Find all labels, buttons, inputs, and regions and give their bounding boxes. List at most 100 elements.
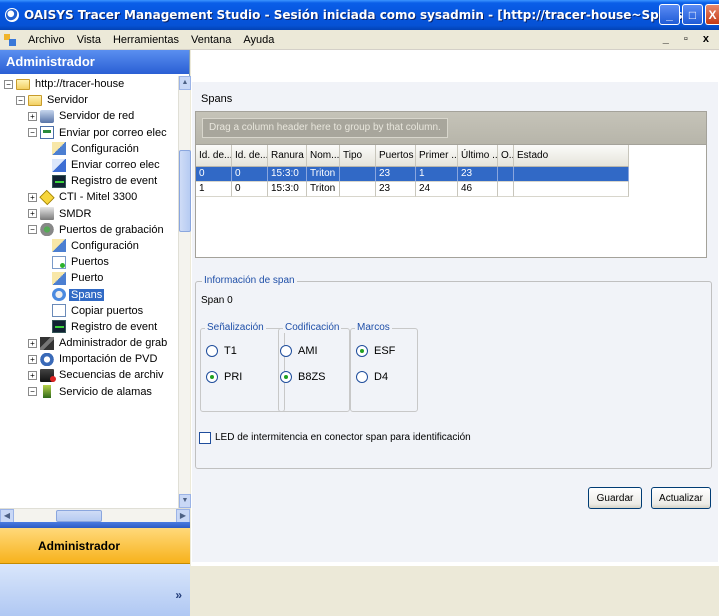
table-cell[interactable]: 23 (458, 167, 498, 182)
tree-item[interactable]: − Servidor (4, 92, 178, 108)
tree-item[interactable]: Configuración (4, 238, 178, 254)
tree-item[interactable]: − Servicio de alamas (4, 384, 178, 400)
table-cell[interactable] (514, 167, 629, 182)
expand-icon[interactable]: + (28, 111, 37, 121)
mdi-document-icon[interactable] (4, 33, 16, 46)
save-button[interactable]: Guardar (588, 487, 642, 509)
expand-icon[interactable]: + (28, 338, 37, 348)
table-row[interactable]: 0 0 15:3:0 Triton 23 1 23 (196, 167, 706, 182)
tree-item[interactable]: − Enviar por correo elec (4, 125, 178, 141)
close-button[interactable]: X (705, 4, 719, 25)
tree-item[interactable]: Puerto (4, 270, 178, 286)
tree-horizontal-scrollbar[interactable]: ◀ ▶ (0, 508, 190, 523)
radio-b8zs-label: B8ZS (298, 371, 326, 383)
table-row[interactable]: 1 0 15:3:0 Triton 23 24 46 (196, 182, 706, 197)
table-cell[interactable]: 0 (232, 167, 268, 182)
collapse-icon[interactable]: − (28, 387, 37, 397)
radio-pri[interactable]: PRI (206, 371, 242, 383)
radio-esf[interactable]: ESF (356, 345, 395, 357)
table-cell[interactable]: 15:3:0 (268, 182, 307, 197)
column-header[interactable]: Primer ... (416, 145, 458, 167)
chevron-expand-icon[interactable]: » (175, 588, 182, 602)
column-header[interactable]: Último ... (458, 145, 498, 167)
tree-item[interactable]: + Secuencias de archiv (4, 367, 178, 383)
table-cell[interactable] (514, 182, 629, 197)
expand-icon[interactable]: + (28, 209, 37, 219)
led-checkbox[interactable] (199, 432, 211, 444)
table-cell[interactable]: 23 (376, 167, 416, 182)
tree-item[interactable]: + Importación de PVD (4, 351, 178, 367)
tree-vertical-scrollbar[interactable]: ▲ ▼ (178, 76, 191, 508)
group-by-panel[interactable]: Drag a column header here to group by th… (195, 111, 707, 145)
table-cell[interactable]: Triton (307, 167, 340, 182)
tree-item[interactable]: − http://tracer-house (4, 76, 178, 92)
tree-item[interactable]: Puertos (4, 254, 178, 270)
table-cell[interactable]: 46 (458, 182, 498, 197)
table-cell[interactable]: 15:3:0 (268, 167, 307, 182)
minimize-button[interactable]: _ (659, 4, 680, 25)
column-header[interactable]: Tipo (340, 145, 376, 167)
radio-t1-dot[interactable] (206, 345, 218, 357)
tree-item[interactable]: Enviar correo elec (4, 157, 178, 173)
tree-item[interactable]: + SMDR (4, 206, 178, 222)
radio-pri-dot[interactable] (206, 371, 218, 383)
radio-ami[interactable]: AMI (280, 345, 318, 357)
table-cell[interactable]: 0 (196, 167, 232, 182)
radio-d4[interactable]: D4 (356, 371, 388, 383)
tree-item[interactable]: − Puertos de grabación (4, 222, 178, 238)
tree-item[interactable]: Spans (4, 286, 178, 302)
column-header[interactable]: Nom... (307, 145, 340, 167)
radio-b8zs[interactable]: B8ZS (280, 371, 326, 383)
radio-ami-dot[interactable] (280, 345, 292, 357)
table-cell[interactable]: 24 (416, 182, 458, 197)
maximize-button[interactable]: □ (682, 4, 703, 25)
tree-item[interactable]: Copiar puertos (4, 303, 178, 319)
scroll-down-arrow-icon[interactable]: ▼ (179, 494, 191, 508)
collapse-icon[interactable]: − (28, 128, 37, 138)
table-cell[interactable]: Triton (307, 182, 340, 197)
expand-icon[interactable]: + (28, 370, 37, 380)
collapse-icon[interactable]: − (16, 95, 25, 105)
tree-item[interactable]: + Servidor de red (4, 108, 178, 124)
table-cell[interactable] (498, 167, 514, 182)
menu-archivo[interactable]: Archivo (22, 34, 71, 46)
tree-item[interactable]: Registro de event (4, 173, 178, 189)
radio-t1[interactable]: T1 (206, 345, 237, 357)
refresh-button[interactable]: Actualizar (651, 487, 711, 509)
column-header[interactable]: Id. de... (232, 145, 268, 167)
tree-item[interactable]: + Administrador de grab (4, 335, 178, 351)
scroll-left-arrow-icon[interactable]: ◀ (0, 509, 14, 523)
menu-ventana[interactable]: Ventana (185, 34, 237, 46)
collapse-icon[interactable]: − (28, 225, 37, 235)
table-cell[interactable] (498, 182, 514, 197)
tree-item[interactable]: Configuración (4, 141, 178, 157)
radio-b8zs-dot[interactable] (280, 371, 292, 383)
radio-d4-dot[interactable] (356, 371, 368, 383)
column-header[interactable]: Ranura ... (268, 145, 307, 167)
menu-ayuda[interactable]: Ayuda (237, 34, 280, 46)
tree-item[interactable]: Registro de event (4, 319, 178, 335)
table-cell[interactable]: 1 (196, 182, 232, 197)
horizontal-scroll-thumb[interactable] (56, 510, 102, 522)
column-header[interactable]: Id. de... (196, 145, 232, 167)
menu-herramientas[interactable]: Herramientas (107, 34, 185, 46)
scroll-thumb[interactable] (179, 150, 191, 232)
nav-button-administrador[interactable]: Administrador (0, 528, 190, 564)
menu-vista[interactable]: Vista (71, 34, 107, 46)
collapse-icon[interactable]: − (4, 79, 13, 89)
column-header[interactable]: Estado (514, 145, 629, 167)
scroll-right-arrow-icon[interactable]: ▶ (176, 509, 190, 523)
table-cell[interactable]: 23 (376, 182, 416, 197)
table-cell[interactable]: 0 (232, 182, 268, 197)
expand-icon[interactable]: + (28, 192, 37, 202)
expand-icon[interactable]: + (28, 354, 37, 364)
scroll-up-arrow-icon[interactable]: ▲ (179, 76, 191, 90)
column-header[interactable]: O... (498, 145, 514, 167)
table-cell[interactable]: 1 (416, 167, 458, 182)
tree-item[interactable]: + CTI - Mitel 3300 (4, 189, 178, 206)
column-header[interactable]: Puertos (376, 145, 416, 167)
mdi-window-controls[interactable]: _ ▫ x (663, 33, 715, 45)
radio-esf-dot[interactable] (356, 345, 368, 357)
table-cell[interactable] (340, 167, 376, 182)
table-cell[interactable] (340, 182, 376, 197)
